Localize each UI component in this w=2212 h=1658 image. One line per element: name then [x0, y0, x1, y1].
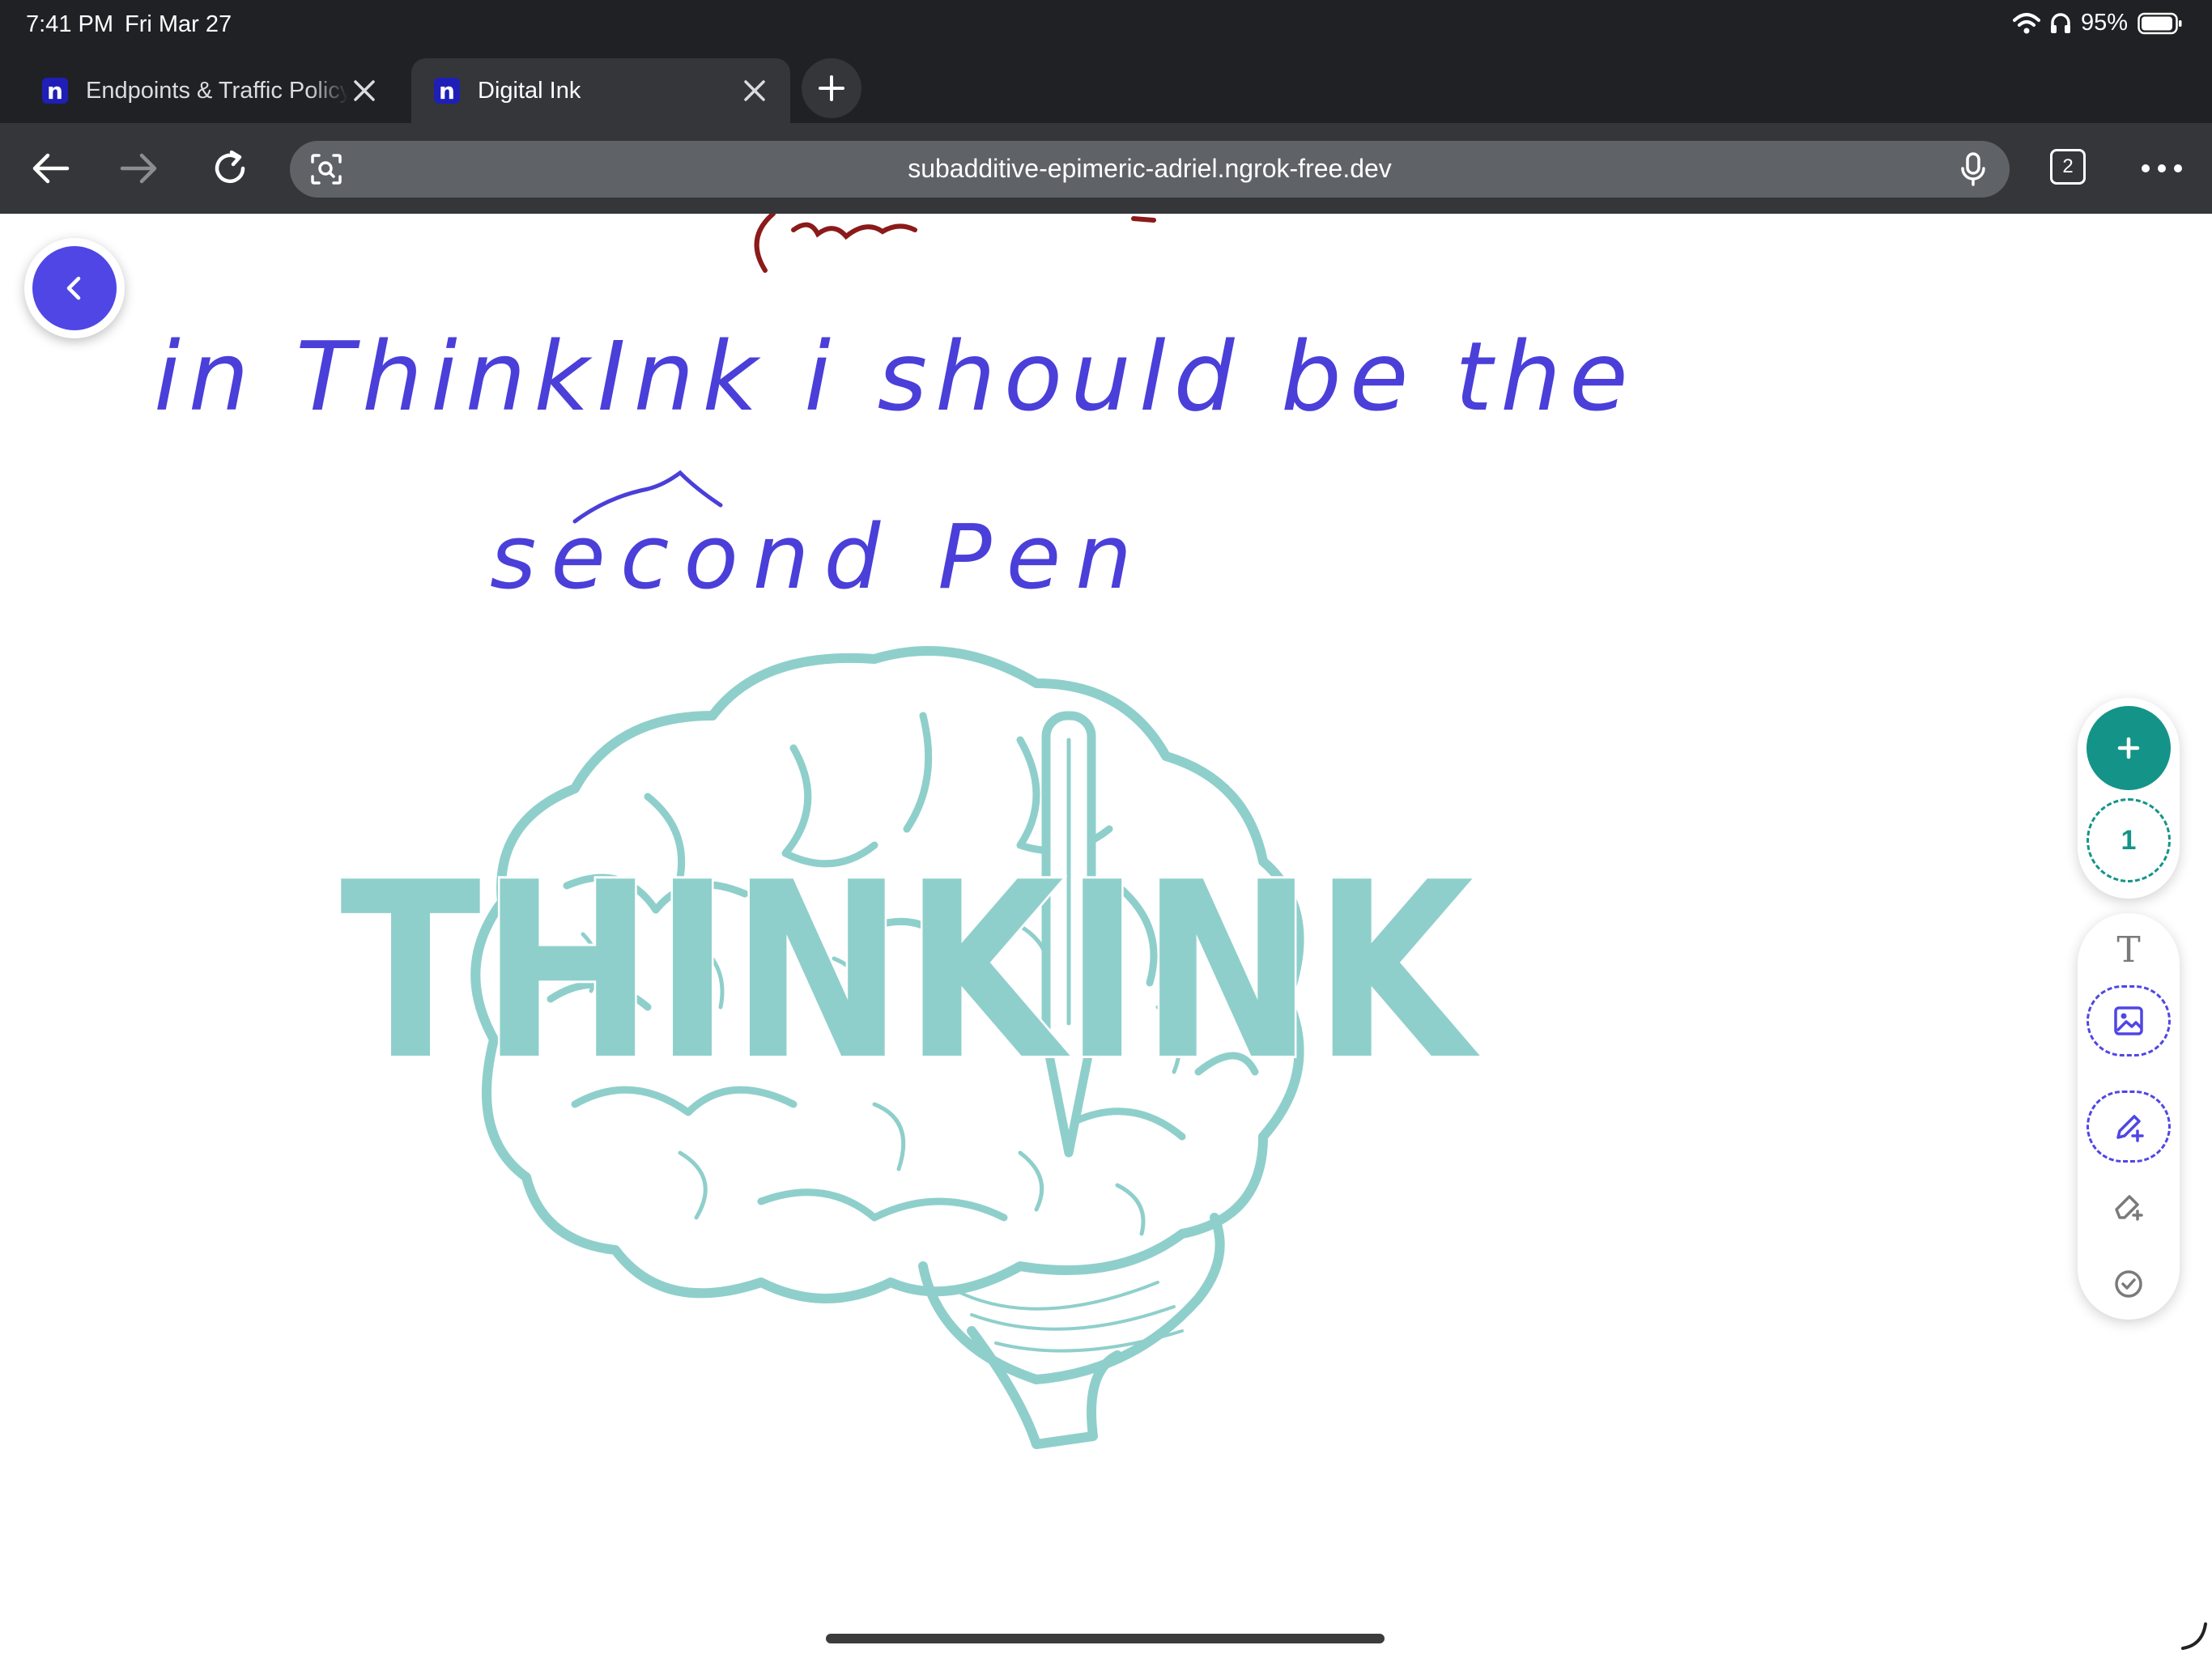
- battery-icon: [2138, 12, 2182, 34]
- status-time: 7:41 PM: [26, 11, 113, 37]
- browser-toolbar: subadditive-epimeric-adriel.ngrok-free.d…: [0, 123, 2212, 214]
- plus-icon: [2117, 737, 2140, 759]
- image-tool-button[interactable]: [2087, 985, 2171, 1057]
- reload-icon: [215, 150, 245, 184]
- url-text: subadditive-epimeric-adriel.ngrok-free.d…: [908, 154, 1392, 183]
- reload-button[interactable]: [207, 146, 253, 191]
- headphones-icon: [2050, 12, 2070, 33]
- select-tool-button[interactable]: [2087, 1249, 2171, 1320]
- forward-button[interactable]: [117, 146, 162, 191]
- back-button[interactable]: [28, 146, 73, 191]
- tab-strip: n Endpoints & Traffic Policy n Digital I…: [0, 52, 2212, 123]
- new-tab-button[interactable]: [802, 58, 861, 118]
- ngrok-favicon-icon: n: [42, 78, 68, 104]
- handwriting-line-2: second Pen: [490, 505, 1146, 609]
- arrow-right-icon: [120, 153, 157, 184]
- add-page-button[interactable]: [2087, 706, 2171, 790]
- pen-tool-button[interactable]: [2087, 1090, 2171, 1163]
- microphone-icon[interactable]: [1955, 151, 1992, 188]
- address-bar[interactable]: subadditive-epimeric-adriel.ngrok-free.d…: [290, 141, 2010, 198]
- ngrok-favicon-icon: n: [434, 78, 460, 104]
- drawing-canvas[interactable]: in ThinkInk i should be the second Pen T…: [0, 214, 2212, 1658]
- tab-digital-ink[interactable]: n Digital Ink: [411, 58, 790, 123]
- wifi-icon: [2012, 12, 2040, 33]
- page-controls-panel: 1: [2078, 698, 2180, 899]
- resize-corner-icon: [2181, 1622, 2207, 1650]
- close-icon[interactable]: [738, 74, 771, 107]
- status-indicators: 95%: [2012, 10, 2183, 36]
- status-date: Fri Mar 27: [125, 11, 232, 37]
- check-icon: [2115, 1270, 2142, 1299]
- tool-panel: T: [2078, 913, 2180, 1320]
- text-tool-icon: T: [2116, 929, 2141, 971]
- chevron-left-icon: [66, 276, 81, 300]
- eraser-tool-button[interactable]: [2087, 1171, 2171, 1241]
- image-tool-icon: [2114, 1006, 2143, 1036]
- pen-tool-icon: [2116, 1114, 2144, 1142]
- tab-endpoints[interactable]: n Endpoints & Traffic Policy: [19, 58, 400, 123]
- more-menu-icon[interactable]: [2138, 152, 2186, 185]
- close-icon[interactable]: [348, 74, 381, 107]
- text-tool-button[interactable]: T: [2087, 915, 2171, 985]
- logo-wordmark: THINKINK: [340, 831, 1482, 1113]
- tab-switcher-button[interactable]: 2: [2050, 149, 2086, 185]
- tab-title: Digital Ink: [478, 77, 581, 104]
- tab-title: Endpoints & Traffic Policy: [86, 77, 348, 104]
- status-bar: 7:41 PM Fri Mar 27 95%: [0, 0, 2212, 52]
- brain-logo-image: THINKINK: [338, 646, 1484, 1449]
- plus-icon: [819, 75, 844, 101]
- back-fab-button[interactable]: [24, 238, 125, 338]
- eraser-tool-icon: [2115, 1195, 2143, 1221]
- page-indicator-button[interactable]: 1: [2087, 798, 2171, 882]
- battery-percent: 95%: [2080, 10, 2128, 36]
- home-indicator[interactable]: [826, 1634, 1385, 1643]
- arrow-left-icon: [32, 153, 70, 184]
- handwriting-line-1: in ThinkInk i should be the: [154, 321, 1636, 432]
